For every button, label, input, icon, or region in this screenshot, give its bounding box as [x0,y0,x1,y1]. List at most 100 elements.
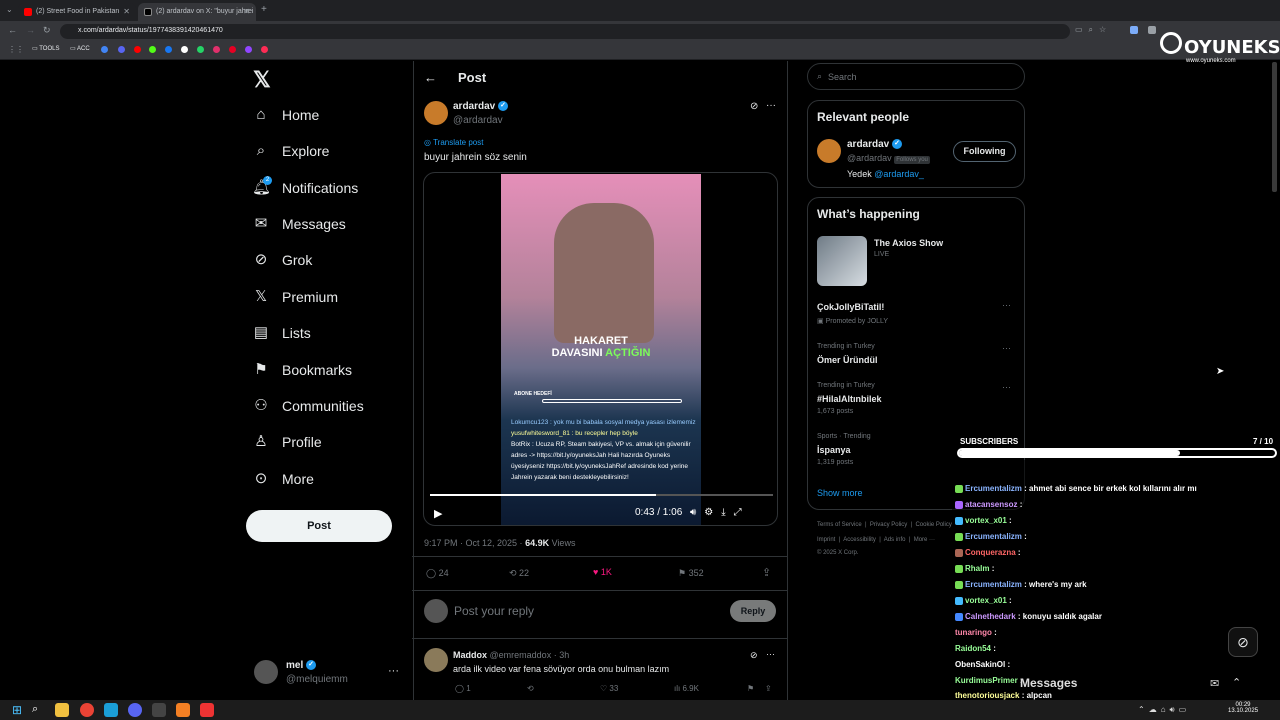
author-avatar[interactable] [424,101,448,125]
reply-menu-icon[interactable]: ··· [766,649,775,659]
apps-grid-icon[interactable]: ⋮⋮ [8,45,24,54]
bookmark-youtube-icon[interactable] [134,46,141,53]
footer-links[interactable]: Terms of Service | Privacy Policy | Cook… [817,522,952,528]
trend-name[interactable]: Ömer Üründül [817,355,878,365]
expand-drawer-icon[interactable]: ⌃ [1232,676,1241,689]
bookmark-google-icon[interactable] [101,46,108,53]
nav-communities[interactable]: ⚇ Communities [252,393,363,419]
nav-more[interactable]: ⊙ More [252,466,314,492]
messages-drawer-title[interactable]: Messages [1020,676,1077,690]
footer-links[interactable]: Imprint | Accessibility | Ads info | Mor… [817,537,935,543]
nav-grok[interactable]: ⊘ Grok [252,247,313,273]
bookmark-discord-icon[interactable] [118,46,125,53]
system-tray-icons[interactable]: ⌃☁⌂🔊︎▭ [1138,705,1190,715]
nav-messages[interactable]: ✉ Messages [252,211,346,237]
reply-repost-icon[interactable]: ⟲ [527,684,534,693]
taskbar-search-icon[interactable]: ⌕ [32,703,38,716]
reply-likes[interactable]: ♡ 33 [600,684,618,693]
extension-icon[interactable] [1130,26,1138,34]
bookmark-facebook-icon[interactable] [165,46,172,53]
bookmark-x-icon[interactable] [181,46,188,53]
account-menu-icon[interactable]: ··· [388,665,399,677]
file-explorer-icon[interactable] [55,703,69,717]
trend-menu-icon[interactable]: ··· [1002,343,1011,353]
reply-replies[interactable]: ◯ 1 [455,684,471,693]
trend-menu-icon[interactable]: ··· [1002,382,1011,392]
close-tab-icon[interactable]: ✕ [123,7,130,16]
bookmark-acc[interactable]: ▭ ACC [70,45,90,52]
app-icon[interactable] [200,703,214,717]
axios-title[interactable]: The Axios Show [874,238,943,248]
clock[interactable]: 00:29 13.10.2025 [1228,702,1258,714]
translate-post-link[interactable]: ◎ Translate post [424,138,483,147]
forward-icon[interactable]: → [26,25,35,35]
video-controls-icons[interactable]: 🔊︎⚙⤓⤢ [690,507,750,518]
close-tab-icon[interactable]: ✕ [243,7,250,16]
post-menu-icon[interactable]: ··· [766,100,776,111]
grok-float-button[interactable]: ⊘ [1228,627,1258,657]
nav-lists[interactable]: ▤ Lists [252,320,311,346]
repost-action[interactable]: ⟲ 22 [509,568,529,579]
reload-icon[interactable]: ↻ [43,25,51,36]
bookmark-whatsapp-icon[interactable] [197,46,204,53]
shield-icon[interactable] [1148,26,1156,34]
reply-button[interactable]: Reply [730,600,776,622]
nav-home[interactable]: ⌂ Home [252,102,319,128]
discord-icon[interactable] [128,703,142,717]
bookmark-instagram-icon[interactable] [213,46,220,53]
video-player[interactable]: HAKARET DAVASINI AÇTIĞIN ABONE HEDEFİ Lok… [423,172,778,526]
bookmark-action[interactable]: ⚑ 352 [678,568,704,579]
reply-input[interactable]: Post your reply [454,604,534,618]
account-name[interactable]: mel ✓ [286,660,317,671]
nav-explore[interactable]: ⌕ Explore [252,138,330,164]
bookmark-pinterest-icon[interactable] [229,46,236,53]
new-tab-button[interactable]: + [261,4,267,15]
axios-thumbnail[interactable] [817,236,867,286]
following-button[interactable]: Following [953,141,1016,162]
post-button[interactable]: Post [246,510,392,542]
chrome-icon[interactable] [80,703,94,717]
reply-views[interactable]: ılı 6.9K [674,684,699,693]
relevant-name[interactable]: ardardav ✓ [847,139,903,150]
obs-icon[interactable] [152,703,166,717]
reply-author-avatar[interactable] [424,648,448,672]
x-logo-icon[interactable]: 𝕏 [253,67,271,93]
play-icon[interactable]: ▶ [434,507,442,520]
scrollbar[interactable] [1272,62,1277,192]
nav-bookmarks[interactable]: ⚑ Bookmarks [252,357,352,383]
bookmark-twitch-icon[interactable] [245,46,252,53]
search-input[interactable]: ⌕ Search [807,63,1025,90]
reply-action[interactable]: ◯ 24 [426,568,449,579]
browser-toolbar-icons[interactable]: ▭⌕☆ [1075,25,1112,35]
back-icon[interactable]: ← [8,25,17,35]
url-input[interactable]: x.com/ardardav/status/197743839142046147… [60,24,1070,39]
tab-menu-icon[interactable]: ⌄ [6,5,13,14]
bookmark-tools[interactable]: ▭ TOOLS [32,45,59,52]
share-icon[interactable]: ⇪ [762,566,771,579]
reply-share-icon[interactable]: ⇪ [765,684,772,693]
grok-icon[interactable]: ⊘ [750,101,758,112]
tab-street-food[interactable]: (2) Street Food in Pakistan ✕ [18,3,136,21]
app-icon[interactable] [176,703,190,717]
back-arrow-icon[interactable]: ← [424,70,437,85]
show-more-link[interactable]: Show more [817,488,863,498]
trend-name[interactable]: ÇokJollyBiTatil! [817,302,884,312]
bookmark-tiktok-icon[interactable] [261,46,268,53]
trend-menu-icon[interactable]: ··· [1002,300,1011,310]
tab-x-post[interactable]: (2) ardardav on X: "buyur jahrei ✕ [138,3,256,21]
reply-bookmark-icon[interactable]: ⚑ [747,684,754,693]
trend-name[interactable]: #HilalAltınbilek [817,394,882,404]
bookmark-kick-icon[interactable] [149,46,156,53]
account-avatar[interactable] [254,660,278,684]
grok-icon[interactable]: ⊘ [750,650,758,661]
compose-message-icon[interactable]: ✉ [1210,677,1219,690]
nav-premium[interactable]: 𝕏 Premium [252,284,338,310]
reply-author[interactable]: Maddox @emremaddox · 3h [453,650,569,660]
nav-profile[interactable]: ♙ Profile [252,429,321,455]
trend-name[interactable]: İspanya [817,445,851,455]
windows-start-icon[interactable]: ⊞ [12,703,22,717]
author-name[interactable]: ardardav ✓ [453,101,509,112]
relevant-avatar[interactable] [817,139,841,163]
like-action[interactable]: ♥ 1K [593,567,612,577]
app-icon[interactable] [104,703,118,717]
